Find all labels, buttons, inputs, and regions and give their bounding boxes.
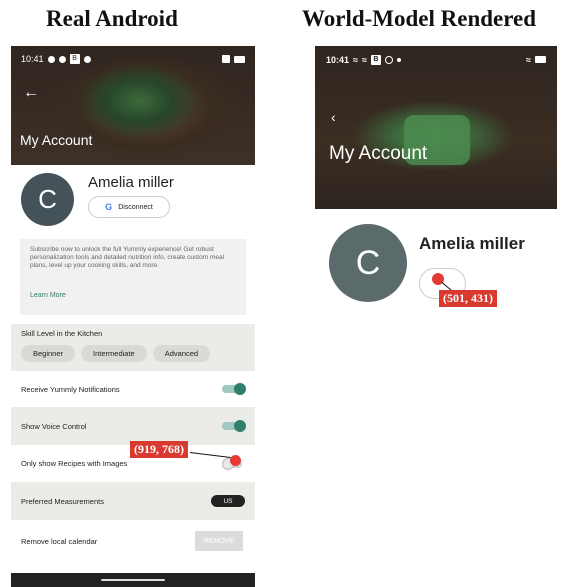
promo-text: Subscribe now to unlock the full Yummly … [30,246,225,269]
home-gesture-pill[interactable] [101,579,165,581]
notifications-toggle[interactable] [222,383,246,395]
measurements-row: Preferred Measurements US [11,482,255,520]
header-image: 10:41 B ← My Account [11,46,255,165]
click-coordinate-label: (501, 431) [439,290,497,307]
skill-level-section: Skill Level in the Kitchen Beginner Inte… [11,324,255,371]
page-title: My Account [329,143,428,164]
google-icon: G [105,202,113,212]
dot-icon [396,57,401,62]
measurement-unit-toggle[interactable]: US [211,495,245,507]
page-title: My Account [20,132,93,148]
voice-control-toggle[interactable] [222,420,246,432]
battery-icon [535,56,546,63]
b-app-icon: B [69,54,80,64]
skill-chip-advanced[interactable]: Advanced [152,345,211,362]
skill-chip-intermediate[interactable]: Intermediate [81,345,147,362]
learn-more-link[interactable]: Learn More [30,292,66,300]
voice-control-row: Show Voice Control [11,407,255,445]
b-app-icon: B [370,54,381,65]
world-model-screen: 10:41 ≈ ≈ B ≈ ‹ My Account C Amelia mill… [315,46,557,587]
user-name: Amelia miller [88,174,174,191]
status-bar: 10:41 ≈ ≈ B ≈ [315,46,557,73]
disconnect-label: Disconnect [118,203,153,211]
heading-world-model: World-Model Rendered [302,6,537,31]
avatar: C [21,173,74,226]
heading-real-android: Real Android [46,6,178,31]
skill-chip-beginner[interactable]: Beginner [21,345,76,362]
click-coordinate-label: (919, 768) [130,441,188,458]
navigation-bar [11,573,255,587]
circle-icon [83,55,91,63]
back-arrow-icon[interactable]: ← [23,84,39,102]
promo-card: Subscribe now to unlock the full Yummly … [20,239,246,315]
measurements-label: Preferred Measurements [21,496,104,506]
images-only-label: Only show Recipes with Images [21,459,128,468]
google-disconnect-button[interactable]: G Disconnect [88,196,170,218]
wifi-icon: ≈ [361,54,367,65]
notification-icon [47,55,55,63]
notification-icon [58,55,66,63]
wifi-icon: ≈ [526,54,531,65]
header-image: 10:41 ≈ ≈ B ≈ ‹ My Account [315,46,557,209]
status-time: 10:41 [326,54,350,65]
calendar-label: Remove local calendar [21,536,98,546]
status-bar: 10:41 B [11,46,255,72]
user-name: Amelia miller [419,234,525,253]
battery-icon [234,55,245,63]
skill-level-label: Skill Level in the Kitchen [21,329,103,338]
wifi-icon [222,55,230,63]
circle-icon [384,55,393,64]
notifications-row: Receive Yummly Notifications [11,371,255,407]
voice-control-label: Show Voice Control [21,421,87,431]
status-time: 10:41 [21,54,44,64]
notifications-label: Receive Yummly Notifications [21,384,120,394]
remove-button[interactable]: REMOVE [195,531,243,551]
real-android-screen: 10:41 B ← My Account C Amelia miller G D… [11,46,255,587]
calendar-row: Remove local calendar REMOVE [11,520,255,562]
avatar: C [329,224,407,302]
wifi-icon: ≈ [353,54,358,65]
click-marker [230,455,241,466]
back-chevron-icon[interactable]: ‹ [331,109,336,125]
